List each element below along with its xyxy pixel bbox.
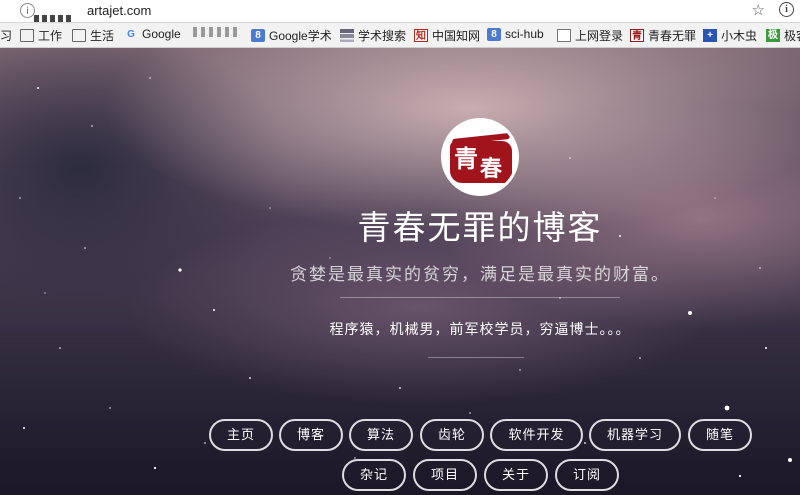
bookmark-star-icon[interactable]: ☆ (752, 1, 765, 19)
muchong-icon: + (703, 29, 717, 42)
pixelated-icon (193, 27, 237, 37)
folder-icon (72, 29, 86, 42)
nav-button-blog[interactable]: 博客 (279, 419, 343, 451)
nav-button-projects[interactable]: 项目 (413, 459, 477, 491)
avatar-char: 青 (454, 144, 478, 173)
bookmark-item[interactable]: 习 (0, 27, 12, 44)
bookmark-muchong[interactable]: + 小木虫 (703, 27, 757, 44)
bookmark-academic-search[interactable]: 学术搜索 (340, 27, 406, 44)
bookmark-google-scholar[interactable]: 8 Google学术 (251, 27, 332, 44)
nav-button-gear[interactable]: 齿轮 (420, 419, 484, 451)
site-info-icon[interactable]: i (20, 3, 35, 18)
scholar-icon: 8 (251, 29, 265, 42)
jike-icon: 极 (766, 29, 780, 42)
nav-button-machine-learning[interactable]: 机器学习 (589, 419, 681, 451)
address-bar[interactable]: i artajet.com ☆ i (0, 0, 800, 23)
site-description: 程序猿，机械男，前军校学员，穷逼博士。。。 (329, 322, 631, 338)
nav-button-algorithm[interactable]: 算法 (349, 419, 413, 451)
nav-button-subscribe[interactable]: 订阅 (555, 459, 619, 491)
bookmark-folder-work[interactable]: 工作 (20, 27, 62, 44)
url-text[interactable]: artajet.com (87, 3, 151, 18)
hero-banner: 青 春 青春无罪的博客 贪婪是最真实的贫穷，满足是最真实的财富。 程序猿，机械男… (0, 48, 800, 495)
extension-info-icon[interactable]: i (779, 2, 794, 17)
cnki-icon: 知 (414, 29, 428, 42)
bookmarks-bar: 习 工作 生活 G Google 8 Google学术 学术搜索 知中国知网 8 sc… (0, 23, 800, 48)
nav-button-notes[interactable]: 杂记 (342, 459, 406, 491)
bookmark-login[interactable]: 上网登录 (557, 27, 623, 44)
nav-button-software[interactable]: 软件开发 (490, 419, 583, 451)
avatar[interactable]: 青 春 (441, 118, 519, 196)
bookmark-qingchun[interactable]: 青青春无罪 (630, 27, 696, 44)
scihub-icon: 8 (487, 27, 501, 41)
nav-button-essays[interactable]: 随笔 (688, 419, 752, 451)
bookmark-google[interactable]: G Google (124, 27, 181, 41)
divider (340, 297, 620, 298)
divider (428, 357, 524, 358)
bookmark-jike[interactable]: 极极客 (766, 27, 800, 44)
avatar-char: 春 (480, 156, 503, 182)
qingchun-icon: 青 (630, 29, 644, 42)
bookmark-cnki[interactable]: 知中国知网 (414, 27, 480, 44)
nav-button-home[interactable]: 主页 (209, 419, 273, 451)
site-title: 青春无罪的博客 (357, 208, 603, 247)
site-subtitle: 贪婪是最真实的贫穷，满足是最真实的财富。 (290, 265, 670, 285)
bookmark-scihub[interactable]: 8 sci-hub (487, 27, 544, 41)
stack-icon (340, 29, 354, 42)
document-icon (557, 29, 571, 42)
nav-button-about[interactable]: 关于 (484, 459, 548, 491)
google-icon: G (127, 28, 135, 40)
bookmark-redacted[interactable] (193, 27, 237, 37)
bookmark-folder-life[interactable]: 生活 (72, 27, 114, 44)
folder-icon (20, 29, 34, 42)
